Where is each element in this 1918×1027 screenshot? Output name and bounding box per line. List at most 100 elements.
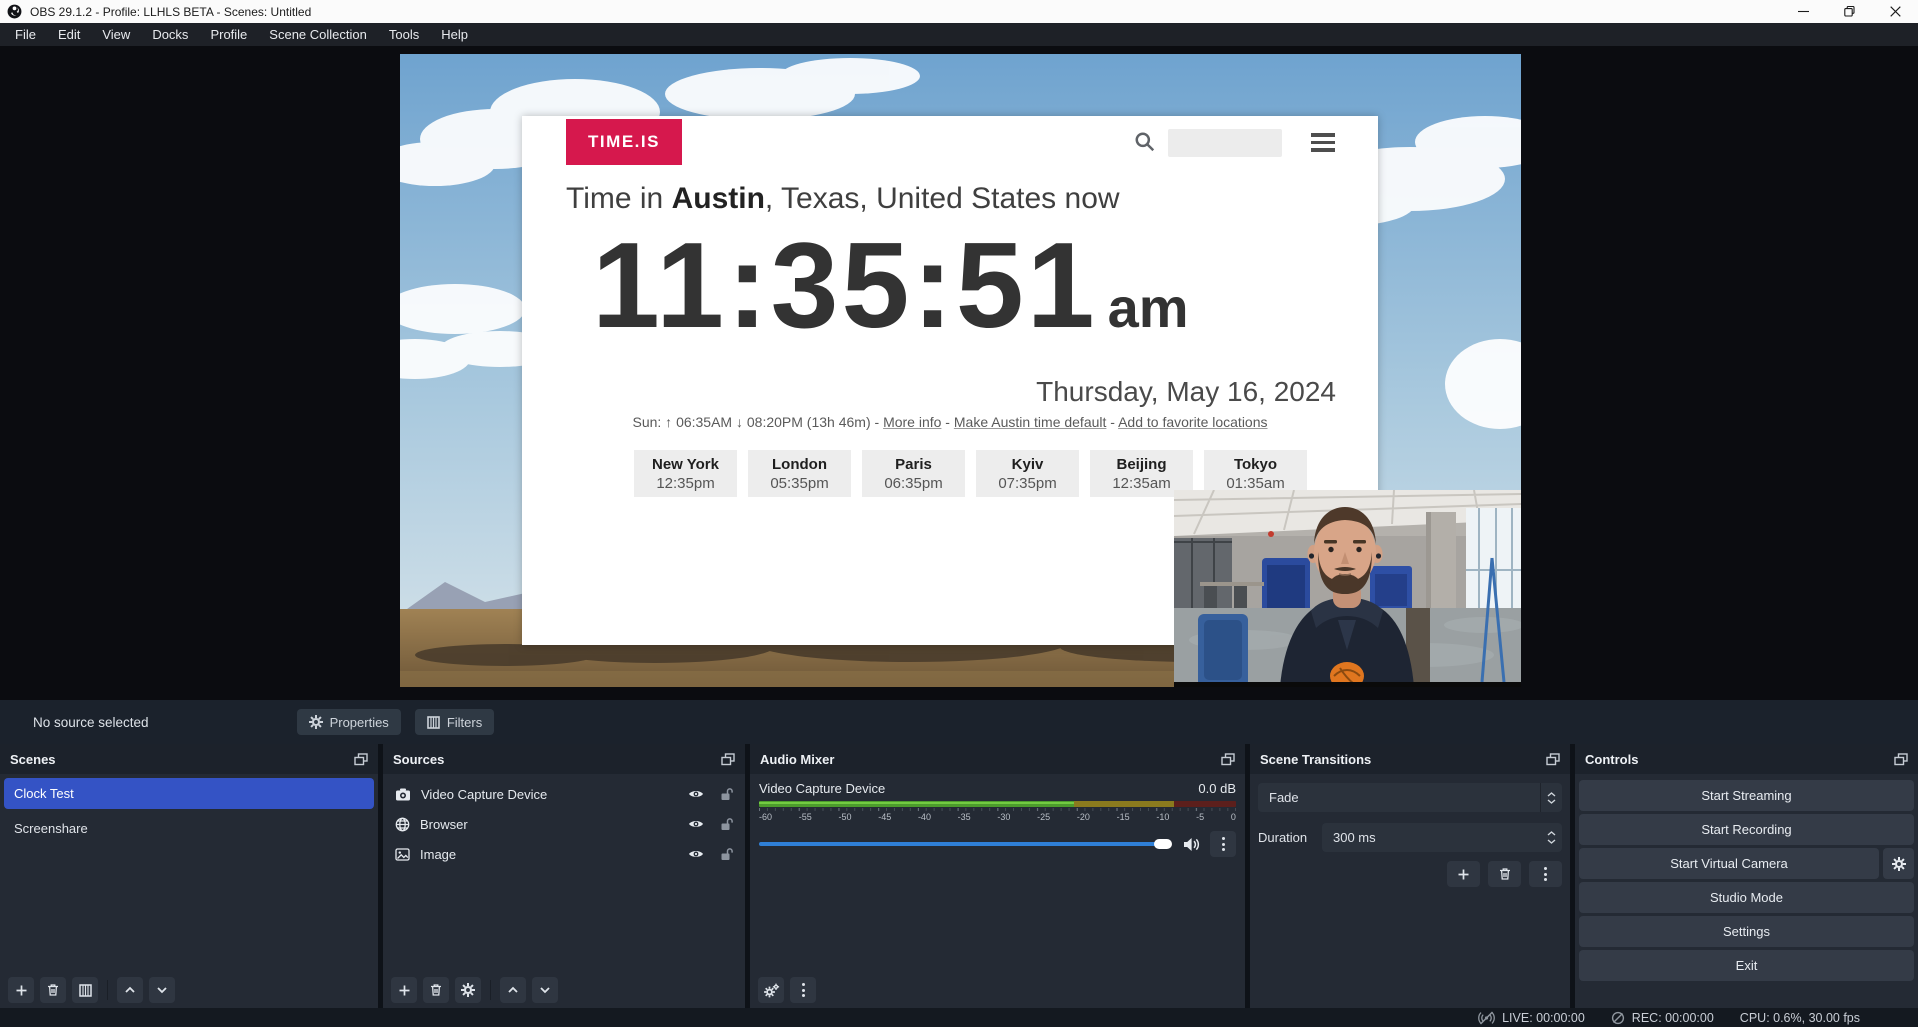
scene-item-screenshare[interactable]: Screenshare: [4, 813, 374, 844]
transitions-dock-header[interactable]: Scene Transitions: [1250, 744, 1570, 774]
menu-scene-collection[interactable]: Scene Collection: [258, 24, 378, 45]
add-transition-button[interactable]: [1447, 861, 1480, 887]
scenes-dock-header[interactable]: Scenes: [0, 744, 378, 774]
menu-file[interactable]: File: [4, 24, 47, 45]
popout-icon[interactable]: [721, 753, 735, 766]
mixer-source-name: Video Capture Device: [759, 781, 885, 796]
source-item-video-capture[interactable]: Video Capture Device: [383, 779, 745, 809]
scene-item-clock-test[interactable]: Clock Test: [4, 778, 374, 809]
popout-icon[interactable]: [1221, 753, 1235, 766]
heading-prefix: Time in: [566, 182, 672, 215]
divider: [490, 980, 491, 1000]
move-scene-up-button[interactable]: [117, 977, 143, 1003]
webcam-video-source: [1174, 490, 1521, 687]
remove-source-button[interactable]: [423, 977, 449, 1003]
duration-spinbox[interactable]: 300 ms: [1322, 823, 1562, 852]
record-off-icon: [1611, 1011, 1625, 1025]
preview-canvas[interactable]: TIME.IS Time in Austin, Texas, United St…: [400, 54, 1521, 687]
select-spinner-icons[interactable]: [1540, 783, 1562, 812]
spinbox-arrows[interactable]: [1547, 831, 1556, 844]
globe-icon: [395, 817, 410, 832]
remove-scene-button[interactable]: [40, 977, 66, 1003]
volume-slider[interactable]: [759, 842, 1171, 846]
source-item-image[interactable]: Image: [383, 839, 745, 869]
image-icon: [395, 848, 410, 861]
move-scene-down-button[interactable]: [149, 977, 175, 1003]
close-button[interactable]: [1872, 0, 1918, 23]
settings-button[interactable]: Settings: [1579, 916, 1914, 947]
mixer-options-button[interactable]: [790, 977, 816, 1003]
studio-mode-button[interactable]: Studio Mode: [1579, 882, 1914, 913]
rec-status: REC: 00:00:00: [1611, 1011, 1714, 1025]
obs-logo-icon: [7, 4, 22, 19]
add-scene-button[interactable]: [8, 977, 34, 1003]
city-tile: Kyiv07:35pm: [976, 450, 1079, 497]
sun-info-line: Sun: ↑ 06:35AM ↓ 08:20PM (13h 46m) - Mor…: [522, 414, 1378, 430]
lock-icon[interactable]: [720, 787, 733, 801]
popout-icon[interactable]: [1894, 753, 1908, 766]
scene-filters-button[interactable]: [72, 977, 98, 1003]
popout-icon[interactable]: [354, 753, 368, 766]
properties-button[interactable]: Properties: [297, 709, 401, 735]
menu-help[interactable]: Help: [430, 24, 479, 45]
mixer-item-options-button[interactable]: [1210, 831, 1236, 857]
visibility-eye-icon[interactable]: [688, 788, 704, 800]
move-source-down-button[interactable]: [532, 977, 558, 1003]
visibility-eye-icon[interactable]: [688, 818, 704, 830]
scene-transitions-dock: Scene Transitions Fade Duration: [1250, 744, 1570, 1008]
divider: [107, 980, 108, 1000]
lock-icon[interactable]: [720, 847, 733, 861]
menu-bar: File Edit View Docks Profile Scene Colle…: [0, 23, 1918, 46]
popout-icon[interactable]: [1546, 753, 1560, 766]
sources-dock-header[interactable]: Sources: [383, 744, 745, 774]
move-source-up-button[interactable]: [500, 977, 526, 1003]
sun-times: Sun: ↑ 06:35AM ↓ 08:20PM (13h 46m) -: [632, 414, 883, 430]
transitions-body: Fade Duration 300 ms: [1250, 774, 1570, 1008]
add-source-button[interactable]: [391, 977, 417, 1003]
menu-view[interactable]: View: [91, 24, 141, 45]
status-bar: LIVE: 00:00:00 REC: 00:00:00 CPU: 0.6%, …: [0, 1008, 1918, 1027]
mixer-dock-header[interactable]: Audio Mixer: [750, 744, 1245, 774]
preview-area: TIME.IS Time in Austin, Texas, United St…: [0, 46, 1918, 700]
title-bar: OBS 29.1.2 - Profile: LLHLS BETA - Scene…: [0, 0, 1918, 23]
virtual-camera-config-button[interactable]: [1883, 848, 1914, 879]
gear-icon: [309, 715, 323, 729]
controls-dock-header[interactable]: Controls: [1575, 744, 1918, 774]
menu-profile[interactable]: Profile: [199, 24, 258, 45]
scenes-dock: Scenes Clock Test Screenshare: [0, 744, 378, 1008]
start-recording-button[interactable]: Start Recording: [1579, 814, 1914, 845]
advanced-audio-gear-button[interactable]: [758, 977, 784, 1003]
start-streaming-button[interactable]: Start Streaming: [1579, 780, 1914, 811]
menu-docks[interactable]: Docks: [141, 24, 199, 45]
source-item-browser[interactable]: Browser: [383, 809, 745, 839]
remove-transition-button[interactable]: [1488, 861, 1521, 887]
make-default-link: Make Austin time default: [954, 414, 1107, 430]
link-separator: -: [1106, 414, 1118, 430]
volume-slider-handle[interactable]: [1154, 839, 1172, 849]
more-info-link: More info: [883, 414, 941, 430]
obs-window: OBS 29.1.2 - Profile: LLHLS BETA - Scene…: [0, 0, 1918, 1027]
dock-area: Scenes Clock Test Screenshare: [0, 744, 1918, 1008]
speaker-icon[interactable]: [1183, 837, 1200, 852]
filters-button[interactable]: Filters: [415, 709, 494, 735]
heading-city: Austin: [672, 182, 765, 215]
source-properties-gear-button[interactable]: [455, 977, 481, 1003]
menu-tools[interactable]: Tools: [378, 24, 430, 45]
start-virtual-camera-button[interactable]: Start Virtual Camera: [1579, 848, 1879, 879]
add-favorite-link: Add to favorite locations: [1118, 414, 1267, 430]
minimize-button[interactable]: [1780, 0, 1826, 23]
maximize-button[interactable]: [1826, 0, 1872, 23]
city-tile: Paris06:35pm: [862, 450, 965, 497]
mixer-body: Video Capture Device 0.0 dB -60-55-50-45…: [750, 774, 1245, 1008]
search-input: [1168, 129, 1282, 157]
transition-select[interactable]: Fade: [1258, 783, 1562, 812]
menu-edit[interactable]: Edit: [47, 24, 91, 45]
visibility-eye-icon[interactable]: [688, 848, 704, 860]
sources-dock: Sources Video Capture Device Browser: [383, 744, 745, 1008]
lock-icon[interactable]: [720, 817, 733, 831]
camera-icon: [395, 788, 411, 801]
exit-button[interactable]: Exit: [1579, 950, 1914, 981]
transition-options-button[interactable]: [1529, 861, 1562, 887]
link-separator: -: [941, 414, 953, 430]
sources-list: Video Capture Device Browser Image: [383, 774, 745, 1008]
